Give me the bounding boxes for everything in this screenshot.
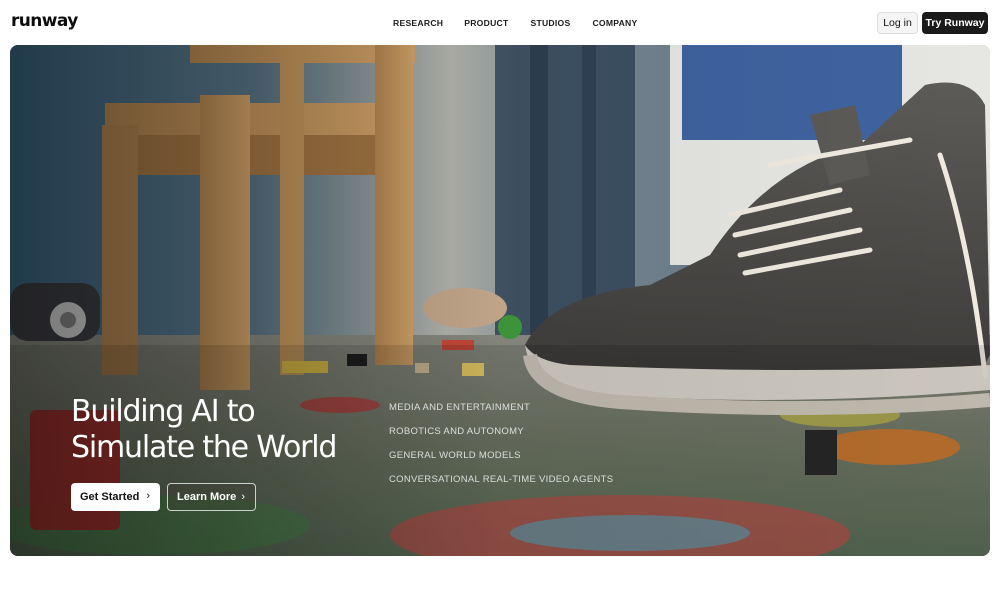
sector-media-entertainment[interactable]: MEDIA AND ENTERTAINMENT xyxy=(389,402,613,426)
get-started-button[interactable]: Get Started › xyxy=(71,483,160,511)
learn-more-label: Learn More xyxy=(177,491,237,503)
sector-video-agents[interactable]: CONVERSATIONAL REAL-TIME VIDEO AGENTS xyxy=(389,474,613,498)
nav-studios[interactable]: STUDIOS xyxy=(530,18,570,28)
chevron-right-icon: › xyxy=(146,490,150,502)
chevron-right-icon: › xyxy=(241,491,245,503)
site-header: runway RESEARCH PRODUCT STUDIOS COMPANY … xyxy=(0,0,1000,46)
learn-more-button[interactable]: Learn More › xyxy=(167,483,256,511)
sector-list: MEDIA AND ENTERTAINMENT ROBOTICS AND AUT… xyxy=(389,402,613,498)
runway-logo[interactable]: runway xyxy=(11,11,78,31)
login-button[interactable]: Log in xyxy=(877,12,918,34)
try-runway-button[interactable]: Try Runway xyxy=(922,12,988,34)
nav-product[interactable]: PRODUCT xyxy=(464,18,508,28)
get-started-label: Get Started xyxy=(80,491,140,503)
sector-robotics-autonomy[interactable]: ROBOTICS AND AUTONOMY xyxy=(389,426,613,450)
headline-line-2: Simulate the World xyxy=(71,430,337,465)
hero-headline: Building AI to Simulate the World xyxy=(71,394,337,466)
main-nav: RESEARCH PRODUCT STUDIOS COMPANY xyxy=(393,18,637,28)
hero-banner: Building AI to Simulate the World Get St… xyxy=(10,45,990,556)
sector-general-world-models[interactable]: GENERAL WORLD MODELS xyxy=(389,450,613,474)
headline-line-1: Building AI to xyxy=(71,394,256,429)
nav-company[interactable]: COMPANY xyxy=(592,18,637,28)
nav-research[interactable]: RESEARCH xyxy=(393,18,443,28)
